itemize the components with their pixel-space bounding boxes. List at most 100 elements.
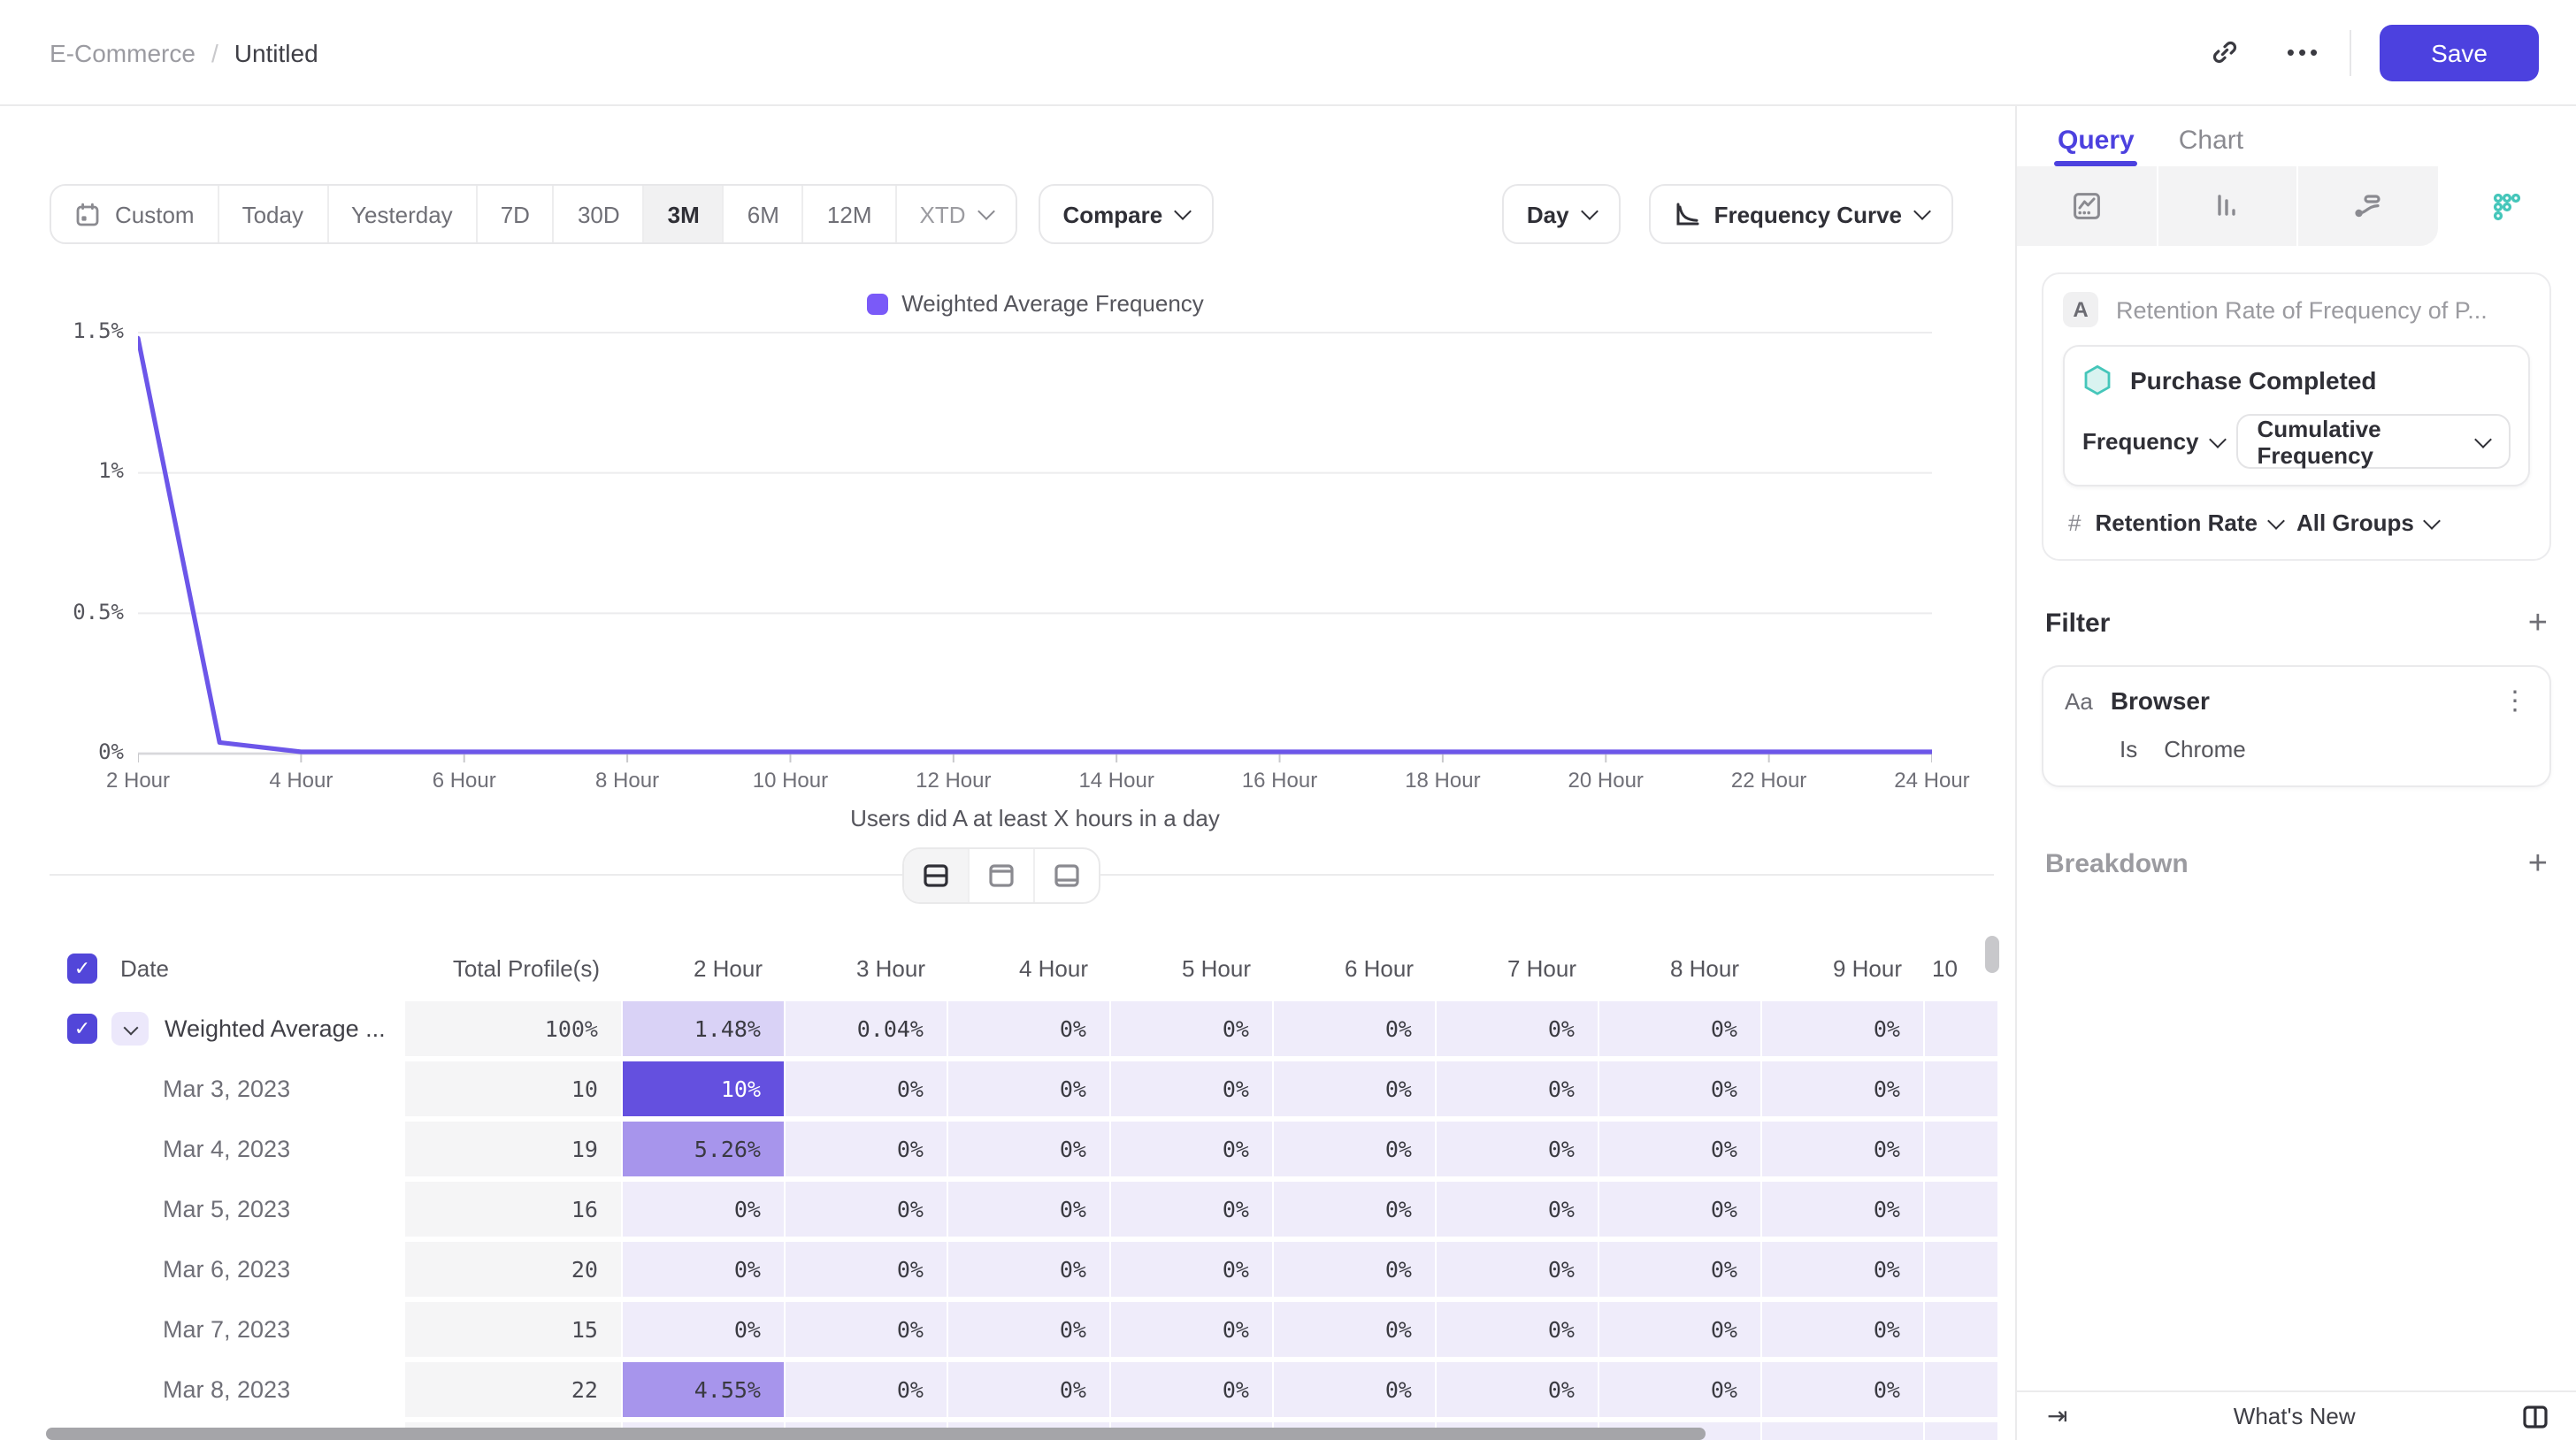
- retention-cell[interactable]: 0%: [786, 1061, 947, 1116]
- retention-cell[interactable]: 0%: [786, 1302, 947, 1357]
- retention-cell[interactable]: 0%: [1111, 1061, 1272, 1116]
- retention-cell[interactable]: 0%: [1437, 1182, 1598, 1237]
- retention-cell[interactable]: 0%: [1599, 1182, 1760, 1237]
- retention-cell[interactable]: 0%: [1762, 1242, 1923, 1297]
- horizontal-scrollbar[interactable]: [46, 1428, 1706, 1440]
- aggregation-dropdown[interactable]: Retention Rate: [2095, 509, 2281, 536]
- compare-button[interactable]: Compare: [1039, 184, 1215, 244]
- vertical-scrollbar[interactable]: [1985, 936, 1999, 973]
- retention-cell[interactable]: 4.55%: [623, 1362, 784, 1417]
- total-profiles-cell[interactable]: 15: [405, 1302, 621, 1357]
- total-profiles-cell[interactable]: 19: [405, 1122, 621, 1176]
- retention-cell[interactable]: 0%: [948, 1182, 1109, 1237]
- tab-query[interactable]: Query: [2058, 126, 2135, 166]
- chart-only-view-button[interactable]: [970, 849, 1035, 902]
- page-title[interactable]: Untitled: [234, 38, 318, 66]
- retention-cell[interactable]: 0%: [1111, 1302, 1272, 1357]
- retention-cell[interactable]: 0%: [1274, 1122, 1435, 1176]
- retention-cell[interactable]: 0%: [1437, 1302, 1598, 1357]
- layout-columns-button[interactable]: [2521, 1402, 2549, 1430]
- column-header-date[interactable]: Date: [120, 954, 169, 981]
- retention-cell[interactable]: 0%: [1111, 1001, 1272, 1056]
- expand-row-button[interactable]: [111, 1012, 149, 1046]
- range-3m[interactable]: 3M: [645, 186, 724, 242]
- total-profiles-cell[interactable]: 22: [405, 1362, 621, 1417]
- retention-cell[interactable]: 0%: [1762, 1182, 1923, 1237]
- retention-cell[interactable]: [1925, 1001, 1997, 1056]
- select-all-checkbox[interactable]: ✓: [67, 953, 97, 983]
- table-only-view-button[interactable]: [1035, 849, 1099, 902]
- retention-cell[interactable]: 0%: [1437, 1001, 1598, 1056]
- granularity-dropdown[interactable]: Day: [1502, 184, 1621, 244]
- add-breakdown-button[interactable]: +: [2528, 847, 2548, 881]
- retention-cell[interactable]: [1925, 1302, 1997, 1357]
- filter-kebab-menu[interactable]: ⋮: [2502, 687, 2528, 714]
- retention-cell[interactable]: 0%: [948, 1122, 1109, 1176]
- filter-operator[interactable]: Is: [2120, 736, 2137, 762]
- retention-cell[interactable]: 5.26%: [623, 1122, 784, 1176]
- range-xtd[interactable]: XTD: [897, 186, 1016, 242]
- series-title[interactable]: Retention Rate of Frequency of P...: [2116, 296, 2488, 323]
- whats-new-link[interactable]: What's New: [2067, 1403, 2521, 1429]
- retention-cell[interactable]: 0%: [948, 1061, 1109, 1116]
- retention-cell[interactable]: 0.04%: [786, 1001, 947, 1056]
- retention-cell[interactable]: [1925, 1242, 1997, 1297]
- retention-cell[interactable]: 0%: [948, 1242, 1109, 1297]
- retention-cell[interactable]: 0%: [1762, 1302, 1923, 1357]
- tab-chart[interactable]: Chart: [2179, 126, 2243, 166]
- retention-cell[interactable]: 0%: [1274, 1362, 1435, 1417]
- breadcrumb-parent[interactable]: E-Commerce: [50, 38, 196, 66]
- flows-report-tab[interactable]: [2298, 166, 2437, 246]
- retention-cell[interactable]: 0%: [1599, 1001, 1760, 1056]
- retention-cell[interactable]: 0%: [1437, 1242, 1598, 1297]
- column-header-hour[interactable]: 9 Hour: [1762, 954, 1925, 981]
- range-7d[interactable]: 7D: [478, 186, 555, 242]
- measure-dropdown[interactable]: Frequency: [2082, 428, 2224, 455]
- event-row[interactable]: Purchase Completed: [2082, 364, 2511, 396]
- retention-cell[interactable]: 0%: [623, 1242, 784, 1297]
- insights-report-tab[interactable]: [2017, 166, 2158, 246]
- retention-cell[interactable]: 0%: [786, 1242, 947, 1297]
- funnels-report-tab[interactable]: [2158, 166, 2298, 246]
- range-6m[interactable]: 6M: [724, 186, 804, 242]
- total-profiles-cell[interactable]: 100%: [405, 1001, 621, 1056]
- retention-cell[interactable]: [1925, 1061, 1997, 1116]
- retention-cell[interactable]: 0%: [1274, 1061, 1435, 1116]
- retention-cell[interactable]: 0%: [1762, 1061, 1923, 1116]
- retention-cell[interactable]: 0%: [1762, 1362, 1923, 1417]
- retention-cell[interactable]: 0%: [1111, 1242, 1272, 1297]
- retention-cell[interactable]: 0%: [1274, 1001, 1435, 1056]
- more-menu-button[interactable]: •••: [2287, 39, 2321, 65]
- retention-cell[interactable]: 1.48%: [623, 1001, 784, 1056]
- retention-cell[interactable]: 0%: [1437, 1362, 1598, 1417]
- range-yesterday[interactable]: Yesterday: [328, 186, 478, 242]
- retention-cell[interactable]: [1925, 1182, 1997, 1237]
- retention-cell[interactable]: 0%: [786, 1122, 947, 1176]
- add-filter-button[interactable]: +: [2528, 607, 2548, 640]
- filter-property[interactable]: Browser: [2111, 686, 2210, 715]
- retention-cell[interactable]: 0%: [1599, 1061, 1760, 1116]
- retention-cell[interactable]: 0%: [948, 1302, 1109, 1357]
- total-profiles-cell[interactable]: 20: [405, 1242, 621, 1297]
- column-header-hour[interactable]: 6 Hour: [1274, 954, 1437, 981]
- filter-value[interactable]: Chrome: [2164, 736, 2246, 762]
- total-profiles-cell[interactable]: 16: [405, 1182, 621, 1237]
- collapse-panel-button[interactable]: ⇥: [2047, 1401, 2067, 1431]
- retention-cell[interactable]: 0%: [1599, 1242, 1760, 1297]
- retention-cell[interactable]: [1925, 1422, 1997, 1440]
- retention-cell[interactable]: [1925, 1122, 1997, 1176]
- retention-report-tab[interactable]: [2437, 166, 2576, 246]
- retention-cell[interactable]: 0%: [948, 1362, 1109, 1417]
- retention-cell[interactable]: 0%: [786, 1362, 947, 1417]
- frequency-curve-chart[interactable]: [138, 329, 1932, 768]
- range-30d[interactable]: 30D: [555, 186, 645, 242]
- retention-cell[interactable]: 0%: [1437, 1122, 1598, 1176]
- retention-cell[interactable]: 0%: [1274, 1302, 1435, 1357]
- retention-cell[interactable]: 0%: [1599, 1302, 1760, 1357]
- retention-cell[interactable]: 0%: [1762, 1122, 1923, 1176]
- retention-cell[interactable]: 0%: [1274, 1242, 1435, 1297]
- retention-cell[interactable]: 0%: [623, 1302, 784, 1357]
- range-12m[interactable]: 12M: [804, 186, 897, 242]
- column-header-hour[interactable]: 5 Hour: [1111, 954, 1274, 981]
- column-header-hour[interactable]: 7 Hour: [1437, 954, 1599, 981]
